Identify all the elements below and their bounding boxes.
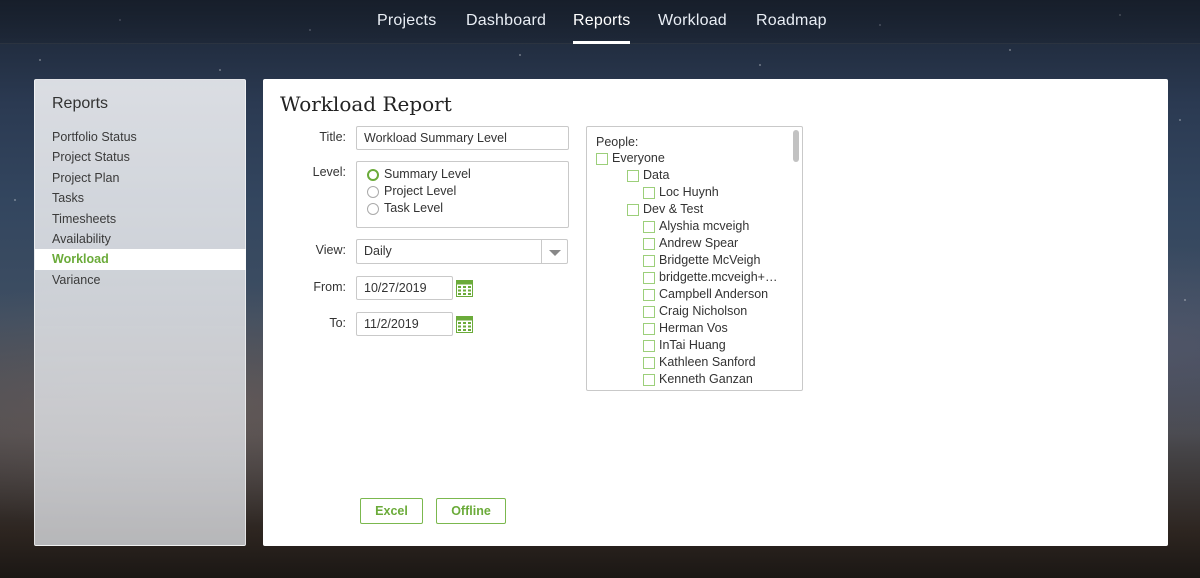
sidebar-item-availability[interactable]: Availability xyxy=(35,229,246,249)
view-label: View: xyxy=(315,243,346,257)
checkbox-icon xyxy=(596,153,608,165)
level-label: Level: xyxy=(312,165,346,179)
title-label: Title: xyxy=(319,130,346,144)
page-title: Workload Report xyxy=(280,92,452,116)
checkbox-icon xyxy=(643,357,655,369)
checkbox-icon xyxy=(643,221,655,233)
tree-item-label: Loc Huynh xyxy=(659,185,719,199)
radio-label: Summary Level xyxy=(384,167,471,181)
checkbox-icon xyxy=(643,323,655,335)
tree-item-label: Herman Vos xyxy=(659,321,728,335)
radio-checked-icon xyxy=(367,169,379,181)
radio-label: Project Level xyxy=(384,184,457,198)
tree-item-label: Bridgette McVeigh xyxy=(659,253,761,267)
people-scrollbar[interactable] xyxy=(793,130,799,162)
from-date-input[interactable]: 10/27/2019 xyxy=(356,276,453,300)
sidebar-item-variance[interactable]: Variance xyxy=(35,270,246,290)
nav-reports[interactable]: Reports xyxy=(573,12,631,44)
tree-item-label: bridgette.mcveigh+… xyxy=(659,270,778,284)
tree-item-label: Kathleen Sanford xyxy=(659,355,756,369)
sidebar-item-project-plan[interactable]: Project Plan xyxy=(35,168,246,188)
sidebar-item-tasks[interactable]: Tasks xyxy=(35,188,246,208)
workload-report-panel: Workload Report Title: Workload Summary … xyxy=(263,79,1168,546)
radio-unchecked-icon xyxy=(367,203,379,215)
tree-item-label: Dev & Test xyxy=(643,202,704,216)
tree-item-label: Alyshia mcveigh xyxy=(659,219,750,233)
offline-button[interactable]: Offline xyxy=(436,498,506,524)
radio-unchecked-icon xyxy=(367,186,379,198)
calendar-icon[interactable] xyxy=(456,280,473,297)
sidebar-title: Reports xyxy=(52,95,109,112)
checkbox-icon xyxy=(627,204,639,216)
sidebar-item-portfolio-status[interactable]: Portfolio Status xyxy=(35,127,246,147)
title-input[interactable]: Workload Summary Level xyxy=(356,126,569,150)
tree-item-label: Craig Nicholson xyxy=(659,304,748,318)
checkbox-icon xyxy=(627,170,639,182)
people-label: People: xyxy=(596,135,639,149)
view-select[interactable]: Daily xyxy=(356,239,568,264)
radio-label: Task Level xyxy=(384,201,444,215)
tree-item-label: Data xyxy=(643,168,670,182)
nav-dashboard[interactable]: Dashboard xyxy=(466,12,546,44)
sidebar-item-project-status[interactable]: Project Status xyxy=(35,147,246,167)
nav-projects[interactable]: Projects xyxy=(377,12,436,44)
level-radio-group: Summary Level Project Level Task Level xyxy=(356,161,569,228)
checkbox-icon xyxy=(643,340,655,352)
checkbox-icon xyxy=(643,272,655,284)
calendar-icon[interactable] xyxy=(456,316,473,333)
sidebar-item-timesheets[interactable]: Timesheets xyxy=(35,209,246,229)
tree-item-label: Andrew Spear xyxy=(659,236,739,250)
tree-item-label: InTai Huang xyxy=(659,338,726,352)
checkbox-icon xyxy=(643,187,655,199)
tree-item-label: Everyone xyxy=(612,151,665,165)
reports-sidebar: Reports Portfolio Status Project Status … xyxy=(34,79,246,546)
view-select-value: Daily xyxy=(364,244,392,258)
checkbox-icon xyxy=(643,306,655,318)
sidebar-item-workload[interactable]: Workload xyxy=(35,249,246,270)
top-nav: Projects Dashboard Reports Workload Road… xyxy=(0,0,1200,44)
nav-workload[interactable]: Workload xyxy=(658,12,727,44)
from-label: From: xyxy=(313,280,346,294)
checkbox-icon xyxy=(643,374,655,386)
checkbox-icon xyxy=(643,289,655,301)
chevron-down-icon[interactable] xyxy=(541,240,567,263)
nav-roadmap[interactable]: Roadmap xyxy=(756,12,827,44)
tree-item-label: Campbell Anderson xyxy=(659,287,769,301)
excel-button[interactable]: Excel xyxy=(360,498,423,524)
to-label: To: xyxy=(329,316,346,330)
checkbox-icon xyxy=(643,238,655,250)
tree-item-label: Kenneth Ganzan xyxy=(659,372,753,386)
to-date-input[interactable]: 11/2/2019 xyxy=(356,312,453,336)
checkbox-icon xyxy=(643,255,655,267)
people-tree[interactable]: People: Everyone Data Loc Huynh Dev & Te… xyxy=(586,126,803,391)
sidebar-list: Portfolio Status Project Status Project … xyxy=(35,127,246,290)
